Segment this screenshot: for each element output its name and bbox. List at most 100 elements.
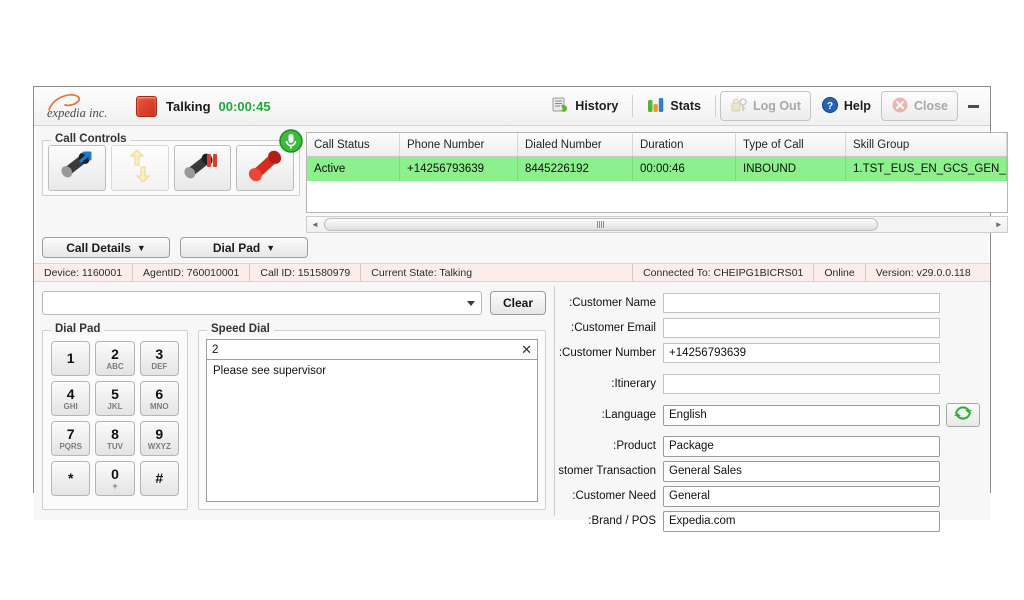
form-row-language: Language: English <box>559 403 980 427</box>
status-bar: Device: 1160001 AgentID: 760010001 Call … <box>34 263 990 282</box>
key-number: 7 <box>66 425 75 442</box>
dialpad-key-4[interactable]: 4 GHI <box>51 381 91 416</box>
svg-text:?: ? <box>827 101 833 112</box>
lower-body: Clear Dial Pad 1 2 ABC 3 DEF 4 GHI 5 JKL… <box>34 282 990 532</box>
key-letters: MNO <box>149 401 169 411</box>
minimize-button[interactable] <box>964 93 982 119</box>
scroll-left-arrow-icon[interactable]: ◄ <box>307 217 323 232</box>
dialpad-key-star[interactable]: * <box>51 461 91 496</box>
help-icon: ? <box>821 96 839 117</box>
key-letters: TUV <box>106 441 123 451</box>
customer-number-field[interactable]: +14256793639 <box>663 343 940 363</box>
dialpad-key-1[interactable]: 1 <box>51 341 91 376</box>
customer-transaction-select[interactable]: General Sales <box>663 460 940 482</box>
chevron-down-icon[interactable] <box>467 301 475 306</box>
call-details-toggle[interactable]: Call Details ▼ <box>42 237 170 258</box>
dialpad-key-2[interactable]: 2 ABC <box>95 341 135 376</box>
hold-call-button[interactable] <box>173 145 232 191</box>
customer-need-select[interactable]: General <box>663 485 940 507</box>
stats-button[interactable]: Stats <box>637 91 711 121</box>
svg-text:expedia inc.: expedia inc. <box>47 106 107 120</box>
upper-body: Call Controls Call Status Phone Number D… <box>34 126 1008 235</box>
status-connected-to: Connected To: CHEIPG1BICRS01 <box>643 266 804 279</box>
key-number: # <box>155 469 164 486</box>
dial-pane: Clear Dial Pad 1 2 ABC 3 DEF 4 GHI 5 JKL… <box>34 282 554 520</box>
key-letters: + <box>112 480 118 491</box>
close-button[interactable]: Close <box>880 91 958 121</box>
call-details-label: Call Details <box>66 240 131 255</box>
dialpad-key-8[interactable]: 8 TUV <box>95 421 135 456</box>
customer-transaction-label: Customer Transaction: <box>559 465 656 477</box>
key-number: 8 <box>111 425 119 442</box>
stats-label: Stats <box>670 99 701 113</box>
scrollbar-track[interactable] <box>323 217 991 232</box>
scrollbar-thumb[interactable] <box>324 218 879 231</box>
call-controls-region: Call Controls <box>34 126 306 235</box>
red-handset-icon <box>245 149 285 188</box>
customer-email-field[interactable] <box>663 318 940 338</box>
itinerary-label: Itinerary: <box>611 378 656 390</box>
dial-pad-toggle[interactable]: Dial Pad ▼ <box>180 237 308 258</box>
history-button[interactable]: History <box>542 91 628 121</box>
form-row-itinerary: Itinerary: <box>559 373 980 395</box>
column-header-dialed-number: Dialed Number <box>518 133 633 156</box>
handset-pause-icon <box>182 149 222 188</box>
help-button[interactable]: ? Help <box>811 91 881 121</box>
customer-transaction-value: General Sales <box>669 465 742 477</box>
microphone-icon[interactable] <box>278 128 304 154</box>
itinerary-field[interactable] <box>663 374 940 394</box>
transfer-call-button[interactable] <box>48 145 106 191</box>
customer-need-value: General <box>669 490 710 502</box>
key-number: 0 <box>111 465 119 482</box>
clear-button[interactable]: Clear <box>490 291 546 315</box>
call-grid-horizontal-scrollbar[interactable]: ◄ ► <box>306 216 1008 233</box>
language-label: Language: <box>601 409 656 421</box>
dialpad-key-6[interactable]: 6 MNO <box>139 381 179 416</box>
list-item[interactable]: Please see supervisor <box>213 365 531 377</box>
customer-number-label: Customer Number: <box>559 347 656 359</box>
key-number: 5 <box>111 385 119 402</box>
status-current-state: Current State: Talking <box>371 266 473 279</box>
customer-name-field[interactable] <box>663 293 940 313</box>
titlebar: expedia inc. Talking 00:00:45 History St… <box>34 87 990 126</box>
dialpad-key-3[interactable]: 3 DEF <box>139 341 179 376</box>
lock-key-icon <box>730 96 748 117</box>
close-icon[interactable]: ✕ <box>521 342 532 357</box>
refresh-button[interactable] <box>946 403 980 427</box>
call-grid-empty-area <box>307 181 1007 212</box>
dial-number-combo[interactable] <box>42 291 482 315</box>
cell-type-of-call: INBOUND <box>736 157 846 181</box>
product-select[interactable]: Package <box>663 435 940 457</box>
status-agent-id: AgentID: 760010001 <box>143 266 240 279</box>
key-letters: GHI <box>63 401 78 411</box>
expedia-logo: expedia inc. <box>43 91 129 121</box>
language-select[interactable]: English <box>663 404 940 426</box>
speed-dial-search-input[interactable]: 2 ✕ <box>206 339 538 360</box>
key-letters: WXYZ <box>147 441 171 451</box>
handset-transfer-icon <box>57 149 97 188</box>
chevron-down-icon: ▼ <box>136 242 146 253</box>
brand-pos-select[interactable]: Expedia.com <box>663 510 940 532</box>
call-timer: 00:00:45 <box>218 98 271 114</box>
key-number: * <box>67 469 74 486</box>
call-grid: Call Status Phone Number Dialed Number D… <box>306 132 1008 213</box>
dialpad-key-5[interactable]: 5 JKL <box>95 381 135 416</box>
product-value: Package <box>669 440 714 452</box>
dialpad-key-hash[interactable]: # <box>139 461 179 496</box>
status-indicator-square <box>136 95 157 117</box>
logout-button[interactable]: Log Out <box>719 91 811 121</box>
cell-dialed-number: 8445226192 <box>518 157 633 181</box>
status-online: Online <box>824 266 855 279</box>
key-letters: DEF <box>151 361 168 371</box>
key-letters: ABC <box>106 361 124 371</box>
dialpad-key-7[interactable]: 7 PQRS <box>51 421 91 456</box>
speed-dial-list[interactable]: Please see supervisor <box>206 360 538 502</box>
call-grid-region: Call Status Phone Number Dialed Number D… <box>306 126 1016 235</box>
scroll-right-arrow-icon[interactable]: ► <box>990 217 1007 232</box>
table-row[interactable]: Active +14256793639 8445226192 00:00:46 … <box>307 157 1007 181</box>
dialpad-key-9[interactable]: 9 WXYZ <box>139 421 179 456</box>
pads-row: Dial Pad 1 2 ABC 3 DEF 4 GHI 5 JKL 6 MNO… <box>42 323 546 510</box>
dialpad-key-0[interactable]: 0 + <box>95 461 135 496</box>
logout-label: Log Out <box>752 99 801 113</box>
status-device: Device: 1160001 <box>44 266 123 279</box>
